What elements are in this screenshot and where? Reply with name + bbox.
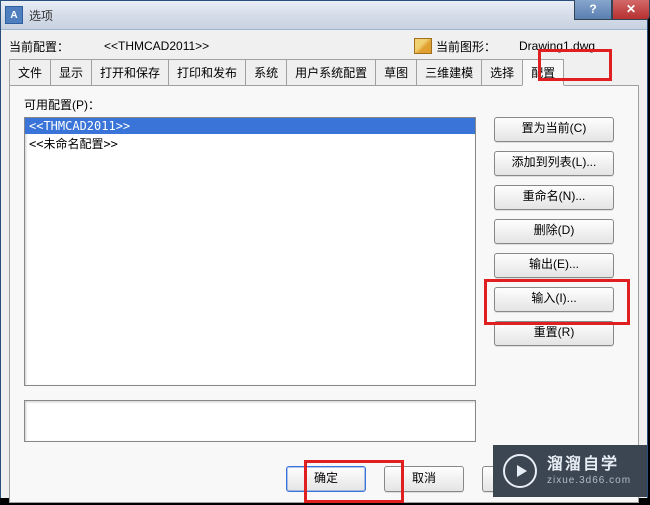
help-button[interactable]: ? [574,0,612,20]
titlebar[interactable]: A 选项 ? ✕ [1,1,647,30]
import-button[interactable]: 输入(I)... [494,287,614,312]
window-controls: ? ✕ [574,0,650,20]
current-drawing-label: 当前图形： [414,38,519,55]
ok-button[interactable]: 确定 [286,466,366,492]
tab-3d-modeling[interactable]: 三维建模 [416,59,482,86]
tab-display[interactable]: 显示 [50,59,92,86]
list-item[interactable]: <<未命名配置>> [25,134,475,153]
current-profile-label: 当前配置： [9,38,104,55]
list-item[interactable]: <<THMCAD2011>> [25,118,475,134]
close-button[interactable]: ✕ [612,0,650,20]
tab-user-prefs[interactable]: 用户系统配置 [286,59,376,86]
tab-profiles[interactable]: 配置 [522,59,564,86]
watermark-text: 溜溜自学 zixue.3d66.com [547,455,631,486]
side-buttons: 置为当前(C) 添加到列表(L)... 重命名(N)... 删除(D) 输出(E… [494,117,614,386]
description-box[interactable] [24,400,476,442]
add-to-list-button[interactable]: 添加到列表(L)... [494,151,614,176]
current-profile-value: <<THMCAD2011>> [104,39,244,53]
tab-selection[interactable]: 选择 [481,59,523,86]
rename-button[interactable]: 重命名(N)... [494,185,614,210]
tab-print-publish[interactable]: 打印和发布 [168,59,246,86]
tab-system[interactable]: 系统 [245,59,287,86]
reset-button[interactable]: 重置(R) [494,321,614,346]
options-dialog: A 选项 ? ✕ 当前配置： <<THMCAD2011>> 当前图形： Draw… [0,0,648,498]
available-profiles-label: 可用配置(P)： [24,96,624,113]
watermark-badge: 溜溜自学 zixue.3d66.com [493,445,647,497]
app-icon: A [5,6,23,24]
delete-button[interactable]: 删除(D) [494,219,614,244]
tabstrip: 文件 显示 打开和保存 打印和发布 系统 用户系统配置 草图 三维建模 选择 配… [9,60,639,86]
window-title: 选项 [29,7,53,24]
tab-file[interactable]: 文件 [9,59,51,86]
header-info-row: 当前配置： <<THMCAD2011>> 当前图形： Drawing1.dwg [9,36,639,56]
client-area: 当前配置： <<THMCAD2011>> 当前图形： Drawing1.dwg … [1,30,647,498]
set-current-button[interactable]: 置为当前(C) [494,117,614,142]
export-button[interactable]: 输出(E)... [494,253,614,278]
cancel-button[interactable]: 取消 [384,466,464,492]
profiles-panel: 可用配置(P)： <<THMCAD2011>> <<未命名配置>> 置为当前(C… [9,85,639,503]
current-drawing-value: Drawing1.dwg [519,39,639,53]
tab-open-save[interactable]: 打开和保存 [91,59,169,86]
play-icon [503,454,537,488]
tab-drafting[interactable]: 草图 [375,59,417,86]
profiles-listbox[interactable]: <<THMCAD2011>> <<未命名配置>> [24,117,476,386]
drawing-icon [414,38,432,54]
